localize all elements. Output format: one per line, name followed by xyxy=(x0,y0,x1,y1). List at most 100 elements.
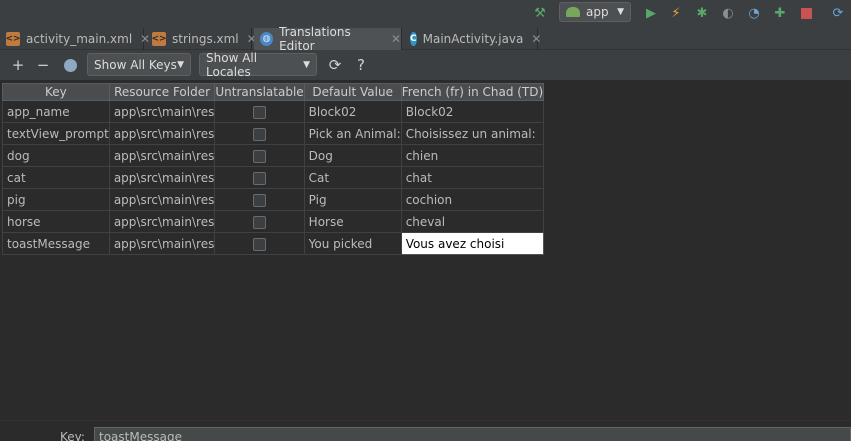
tab-label: activity_main.xml xyxy=(26,32,133,46)
globe-icon: ◍ xyxy=(260,32,274,46)
key-cell[interactable]: app_name xyxy=(2,100,110,123)
translations-table: Key Resource Folder Untranslatable Defau… xyxy=(2,83,545,255)
run-toolbar: ⚒ app ▼ ▶ ⚡ ✱ ◐ ◔ ✚ ⟳ xyxy=(0,0,851,28)
table-row[interactable]: horse app\src\main\res Horse cheval xyxy=(2,210,545,233)
close-icon[interactable]: ✕ xyxy=(531,32,541,46)
add-key-button[interactable]: + xyxy=(8,55,28,75)
sync-icon[interactable]: ⟳ xyxy=(829,4,847,22)
editor-tabs: <> activity_main.xml ✕ <> strings.xml ✕ … xyxy=(0,25,851,53)
column-header-french[interactable]: French (fr) in Chad (TD) xyxy=(400,83,545,101)
untranslatable-cell[interactable] xyxy=(214,144,305,167)
french-cell[interactable]: Choisissez un animal: xyxy=(400,122,545,145)
debug-icon[interactable]: ✱ xyxy=(693,4,711,22)
default-value-cell[interactable]: Block02 xyxy=(303,100,402,123)
french-cell[interactable]: cheval xyxy=(400,210,545,233)
resource-folder-cell[interactable]: app\src\main\res xyxy=(108,232,216,255)
column-header-default-value[interactable]: Default Value xyxy=(303,83,402,101)
run-icon[interactable]: ▶ xyxy=(642,4,660,22)
key-cell[interactable]: textView_prompt xyxy=(2,122,110,145)
untranslatable-cell[interactable] xyxy=(214,210,305,233)
default-value-cell[interactable]: Pig xyxy=(303,188,402,211)
show-keys-label: Show All Keys xyxy=(94,57,177,72)
untranslatable-cell[interactable] xyxy=(214,232,305,255)
french-cell[interactable]: chien xyxy=(400,144,545,167)
key-cell[interactable]: toastMessage xyxy=(2,232,110,255)
tab-strings[interactable]: <> strings.xml ✕ xyxy=(146,28,257,50)
untranslatable-cell[interactable] xyxy=(214,188,305,211)
show-keys-dropdown[interactable]: Show All Keys ▼ xyxy=(87,53,191,76)
show-locales-dropdown[interactable]: Show All Locales ▼ xyxy=(199,50,317,79)
french-cell[interactable]: Block02 xyxy=(400,100,545,123)
resource-folder-cell[interactable]: app\src\main\res xyxy=(108,100,216,123)
translations-table-area: Key Resource Folder Untranslatable Defau… xyxy=(0,80,851,420)
untranslatable-checkbox[interactable] xyxy=(253,105,266,119)
help-button[interactable]: ? xyxy=(351,55,371,75)
untranslatable-cell[interactable] xyxy=(214,100,305,123)
default-value-cell[interactable]: Dog xyxy=(303,144,402,167)
refresh-icon[interactable]: ⟳ xyxy=(325,55,345,75)
table-row[interactable]: app_name app\src\main\res Block02 Block0… xyxy=(2,100,545,123)
table-row[interactable]: dog app\src\main\res Dog chien xyxy=(2,144,545,167)
stop-icon[interactable] xyxy=(797,4,815,22)
xml-file-icon: <> xyxy=(5,32,21,46)
add-locale-globe-icon[interactable] xyxy=(60,55,80,75)
chevron-down-icon: ▼ xyxy=(617,7,624,17)
tab-label: strings.xml xyxy=(172,32,239,46)
untranslatable-cell[interactable] xyxy=(214,122,305,145)
untranslatable-checkbox[interactable] xyxy=(253,149,266,163)
key-cell[interactable]: cat xyxy=(2,166,110,189)
show-locales-label: Show All Locales xyxy=(206,50,258,79)
close-icon[interactable]: ✕ xyxy=(391,32,401,46)
resource-folder-cell[interactable]: app\src\main\res xyxy=(108,188,216,211)
french-cell[interactable]: chat xyxy=(400,166,545,189)
untranslatable-cell[interactable] xyxy=(214,166,305,189)
translations-toolbar: + − Show All Keys ▼ Show All Locales ▼ ⟳… xyxy=(0,50,851,80)
untranslatable-checkbox[interactable] xyxy=(253,215,266,229)
tab-activity-main[interactable]: <> activity_main.xml ✕ xyxy=(0,28,150,50)
french-cell[interactable]: cochion xyxy=(400,188,545,211)
hammer-icon[interactable]: ⚒ xyxy=(531,4,549,22)
profile-icon[interactable]: ◔ xyxy=(745,4,763,22)
table-row[interactable]: cat app\src\main\res Cat chat xyxy=(2,166,545,189)
default-value-cell[interactable]: Horse xyxy=(303,210,402,233)
android-icon xyxy=(566,7,580,17)
table-row[interactable]: toastMessage app\src\main\res You picked… xyxy=(2,232,545,255)
tab-label: Translations Editor xyxy=(279,25,351,53)
key-cell[interactable]: dog xyxy=(2,144,110,167)
resource-folder-cell[interactable]: app\src\main\res xyxy=(108,122,216,145)
remove-key-button[interactable]: − xyxy=(33,55,53,75)
table-row[interactable]: pig app\src\main\res Pig cochion xyxy=(2,188,545,211)
default-value-cell[interactable]: You picked xyxy=(303,232,402,255)
chevron-down-icon: ▼ xyxy=(177,59,184,70)
column-header-untranslatable[interactable]: Untranslatable xyxy=(214,83,305,101)
default-value-cell[interactable]: Cat xyxy=(303,166,402,189)
resource-folder-cell[interactable]: app\src\main\res xyxy=(108,210,216,233)
table-header-row: Key Resource Folder Untranslatable Defau… xyxy=(2,83,545,101)
coverage-icon[interactable]: ◐ xyxy=(719,4,737,22)
tab-label: MainActivity.java xyxy=(422,32,524,46)
default-value-cell[interactable]: Pick an Animal: xyxy=(303,122,402,145)
key-cell[interactable]: horse xyxy=(2,210,110,233)
key-field[interactable]: toastMessage xyxy=(94,427,851,441)
key-cell[interactable]: pig xyxy=(2,188,110,211)
column-header-resource-folder[interactable]: Resource Folder xyxy=(108,83,216,101)
resource-folder-cell[interactable]: app\src\main\res xyxy=(108,144,216,167)
class-icon: C xyxy=(410,32,417,46)
french-cell-editor[interactable]: Vous avez choisi xyxy=(400,232,545,255)
untranslatable-checkbox[interactable] xyxy=(253,193,266,207)
key-detail-panel: Key: toastMessage xyxy=(0,420,851,441)
run-configuration-select[interactable]: app ▼ xyxy=(559,2,631,22)
attach-debugger-icon[interactable]: ✚ xyxy=(771,4,789,22)
xml-file-icon: <> xyxy=(151,32,167,46)
chevron-down-icon: ▼ xyxy=(303,59,310,70)
column-header-key[interactable]: Key xyxy=(2,83,110,101)
untranslatable-checkbox[interactable] xyxy=(253,127,266,141)
untranslatable-checkbox[interactable] xyxy=(253,171,266,185)
apply-changes-icon[interactable]: ⚡ xyxy=(667,4,685,22)
resource-folder-cell[interactable]: app\src\main\res xyxy=(108,166,216,189)
table-row[interactable]: textView_prompt app\src\main\res Pick an… xyxy=(2,122,545,145)
tab-translations-editor[interactable]: ◍ Translations Editor ✕ xyxy=(254,25,402,53)
key-label: Key: xyxy=(60,430,85,441)
tab-main-activity[interactable]: C MainActivity.java ✕ xyxy=(404,28,541,50)
untranslatable-checkbox[interactable] xyxy=(253,237,266,251)
